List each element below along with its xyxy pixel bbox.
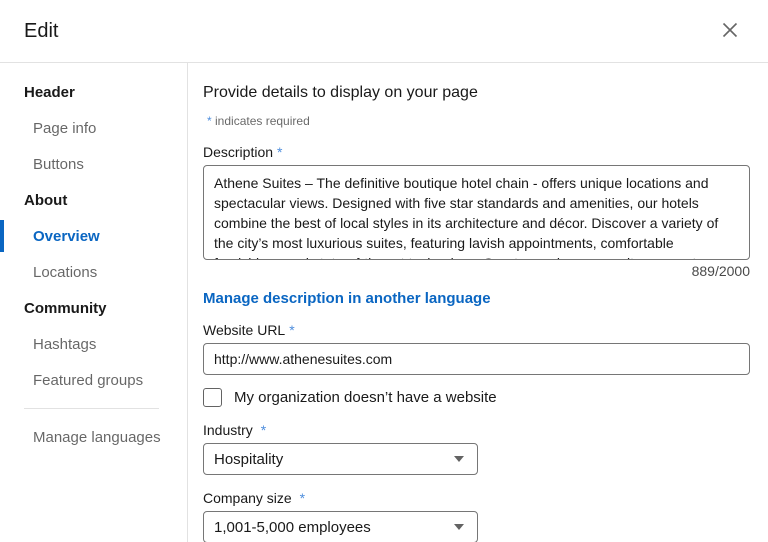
description-char-counter: 889/2000: [203, 263, 750, 279]
sidebar-item-about[interactable]: About: [0, 182, 187, 218]
description-label: Description*: [203, 144, 750, 160]
sidebar-item-locations[interactable]: Locations: [0, 254, 187, 290]
sidebar-item-buttons[interactable]: Buttons: [0, 146, 187, 182]
website-url-input[interactable]: [203, 343, 750, 375]
website-url-label: Website URL*: [203, 322, 750, 338]
no-website-checkbox-label[interactable]: My organization doesn’t have a website: [234, 389, 497, 406]
sidebar-item-overview[interactable]: Overview: [0, 218, 187, 254]
edit-page-modal: Edit Header Page info Buttons About Over…: [0, 0, 768, 542]
sidebar-divider: [24, 408, 159, 409]
sidebar-item-header[interactable]: Header: [0, 74, 187, 110]
close-icon: [721, 21, 739, 42]
no-website-checkbox-row: My organization doesn’t have a website: [203, 388, 750, 407]
description-required-asterisk: *: [277, 144, 282, 160]
company-size-required-asterisk: *: [300, 490, 305, 506]
industry-required-asterisk: *: [261, 422, 266, 438]
required-note: * indicates required: [203, 114, 750, 128]
chevron-down-icon: [454, 524, 464, 530]
company-size-selected-value: 1,001-5,000 employees: [214, 519, 371, 536]
industry-select[interactable]: Hospitality: [203, 443, 478, 475]
sidebar-nav: Header Page info Buttons About Overview …: [0, 63, 188, 542]
chevron-down-icon: [454, 456, 464, 462]
manage-description-language-link[interactable]: Manage description in another language: [203, 290, 491, 307]
content-heading: Provide details to display on your page: [203, 84, 750, 102]
modal-title: Edit: [24, 20, 58, 43]
edit-form-content: Provide details to display on your page …: [188, 63, 768, 542]
required-note-asterisk: *: [207, 114, 212, 128]
industry-label: Industry *: [203, 422, 750, 438]
close-button[interactable]: [716, 17, 744, 45]
company-size-select[interactable]: 1,001-5,000 employees: [203, 511, 478, 542]
website-required-asterisk: *: [289, 322, 294, 338]
sidebar-item-featured-groups[interactable]: Featured groups: [0, 362, 187, 398]
modal-header: Edit: [0, 0, 768, 63]
description-textarea[interactable]: Athene Suites – The definitive boutique …: [203, 165, 750, 260]
company-size-label: Company size *: [203, 490, 750, 506]
no-website-checkbox[interactable]: [203, 388, 222, 407]
sidebar-item-community[interactable]: Community: [0, 290, 187, 326]
sidebar-item-page-info[interactable]: Page info: [0, 110, 187, 146]
sidebar-item-manage-languages[interactable]: Manage languages: [0, 419, 187, 455]
industry-selected-value: Hospitality: [214, 451, 283, 468]
required-note-text: indicates required: [215, 114, 310, 128]
sidebar-item-hashtags[interactable]: Hashtags: [0, 326, 187, 362]
modal-body: Header Page info Buttons About Overview …: [0, 63, 768, 542]
